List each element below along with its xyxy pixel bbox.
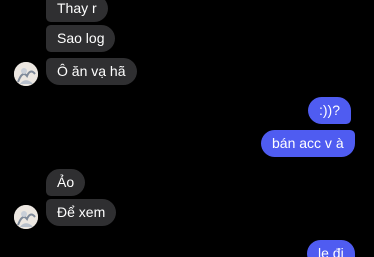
chat-thread: Thay r Sao log Ô ăn vạ hã :))? bán acc v…	[0, 0, 374, 257]
message-bubble-outgoing[interactable]: bán acc v à	[261, 130, 355, 157]
message-bubble-incoming[interactable]: Sao log	[46, 25, 116, 52]
message-bubble-incoming[interactable]: Ảo	[46, 169, 86, 196]
message-bubble-incoming[interactable]: Ô ăn vạ hã	[46, 58, 137, 85]
message-bubble-outgoing[interactable]: le đi	[307, 240, 355, 257]
sender-avatar-icon[interactable]	[14, 205, 38, 229]
message-bubble-incoming[interactable]: Để xem	[46, 199, 117, 226]
sender-avatar-icon[interactable]	[14, 62, 38, 86]
message-bubble-incoming[interactable]: Thay r	[46, 0, 108, 22]
message-bubble-outgoing[interactable]: :))?	[308, 97, 351, 124]
